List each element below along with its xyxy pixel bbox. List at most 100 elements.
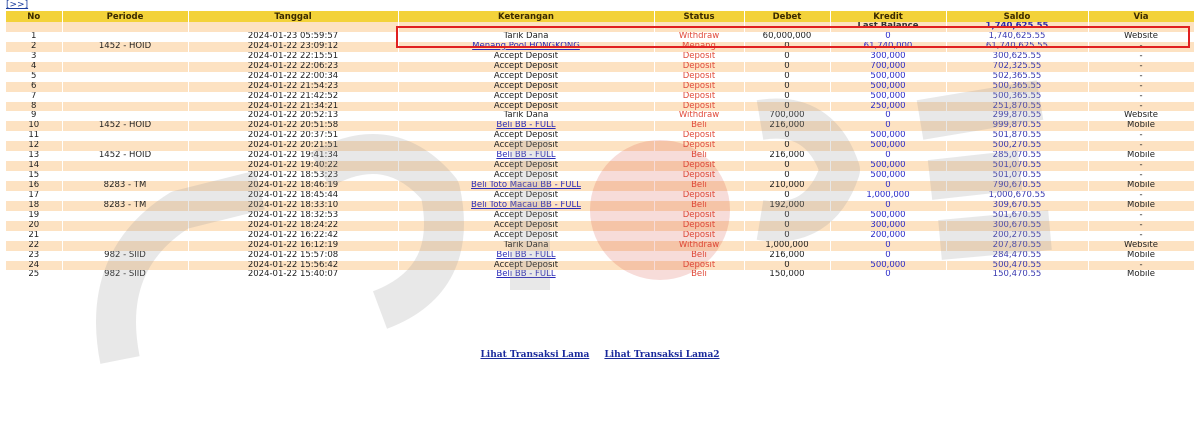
transaction-table: No Periode Tanggal Keterangan Status Deb… <box>6 11 1195 281</box>
row-via: - <box>1088 131 1195 142</box>
transaction-detail-link[interactable]: Beli Toto Macau BB - FULL <box>471 181 581 190</box>
row-debet: 0 <box>744 260 831 271</box>
row-keterangan: Beli BB - FULL <box>398 151 655 162</box>
table-header-row: No Periode Tanggal Keterangan Status Deb… <box>6 11 1195 22</box>
row-no: 1 <box>6 31 63 42</box>
row-no: 9 <box>6 111 63 122</box>
table-row: 20 2024-01-22 18:24:22 Accept Deposit Depos… <box>6 220 1195 231</box>
row-debet: 0 <box>744 210 831 221</box>
transaction-detail-link[interactable]: Beli Toto Macau BB - FULL <box>471 201 581 210</box>
row-keterangan: Beli BB - FULL <box>398 270 655 281</box>
row-no: 13 <box>6 151 63 162</box>
row-keterangan: Accept Deposit <box>398 101 655 112</box>
table-row: 16 8283 - TM 2024-01-22 18:46:19 Beli Toto … <box>6 181 1195 191</box>
table-row: 19 2024-01-22 18:32:53 Accept Deposit Depos… <box>6 210 1195 221</box>
row-kredit: 0 <box>830 270 947 281</box>
row-debet: 150,000 <box>744 270 831 281</box>
row-via: - <box>1088 91 1195 102</box>
row-keterangan: Beli BB - FULL <box>398 250 655 261</box>
transaction-detail-link[interactable]: Beli BB - FULL <box>496 121 555 130</box>
row-keterangan: Accept Deposit <box>398 220 655 231</box>
row-kredit: 0 <box>830 200 947 211</box>
row-debet: 0 <box>744 161 831 172</box>
row-kredit: 61,740,000 <box>830 41 947 52</box>
row-tanggal: 2024-01-22 21:34:21 <box>188 101 399 112</box>
row-keterangan: Menang Pool HONGKONG <box>398 41 655 52</box>
row-status: Deposit <box>654 61 745 72</box>
row-status: Withdraw <box>654 111 745 122</box>
row-tanggal: 2024-01-22 21:54:23 <box>188 81 399 92</box>
row-periode <box>62 260 189 271</box>
row-keterangan: Accept Deposit <box>398 141 655 152</box>
row-debet: 0 <box>744 220 831 231</box>
row-status: Deposit <box>654 171 745 181</box>
row-periode <box>62 230 189 241</box>
transaction-detail-link[interactable]: Beli BB - FULL <box>496 151 555 160</box>
row-tanggal: 2024-01-22 18:33:10 <box>188 200 399 211</box>
row-no: 22 <box>6 240 63 251</box>
row-saldo: 150,470.55 <box>946 270 1089 281</box>
row-tanggal: 2024-01-23 05:59:57 <box>188 31 399 42</box>
row-tanggal: 2024-01-22 16:22:42 <box>188 230 399 241</box>
row-kredit: 500,000 <box>830 131 947 142</box>
next-page-link[interactable]: [>>] <box>6 0 28 10</box>
row-via: Mobile <box>1088 181 1195 191</box>
row-via: Mobile <box>1088 121 1195 132</box>
row-keterangan: Accept Deposit <box>398 230 655 241</box>
row-status: Deposit <box>654 131 745 142</box>
row-no: 3 <box>6 51 63 62</box>
old-transactions-link-2[interactable]: Lihat Transaksi Lama2 <box>604 350 719 360</box>
row-debet: 60,000,000 <box>744 31 831 42</box>
row-no: 24 <box>6 260 63 271</box>
transaction-detail-link[interactable]: Beli BB - FULL <box>496 270 555 279</box>
row-periode: 8283 - TM <box>62 181 189 191</box>
row-kredit: 500,000 <box>830 210 947 221</box>
table-row: 24 2024-01-22 15:56:42 Accept Deposit Depos… <box>6 260 1195 271</box>
row-kredit: 0 <box>830 31 947 42</box>
row-status: Deposit <box>654 101 745 112</box>
row-no: 16 <box>6 181 63 191</box>
row-saldo: 702,325.55 <box>946 61 1089 72</box>
row-keterangan: Accept Deposit <box>398 51 655 62</box>
row-no: 15 <box>6 171 63 181</box>
row-periode <box>62 31 189 42</box>
row-periode <box>62 131 189 142</box>
row-debet: 210,000 <box>744 181 831 191</box>
row-saldo: 285,070.55 <box>946 151 1089 162</box>
row-tanggal: 2024-01-22 20:37:51 <box>188 131 399 142</box>
row-status: Menang <box>654 41 745 52</box>
row-saldo: 501,070.55 <box>946 171 1089 181</box>
old-transactions-link[interactable]: Lihat Transaksi Lama <box>480 350 589 360</box>
row-tanggal: 2024-01-22 23:09:12 <box>188 41 399 52</box>
row-debet: 216,000 <box>744 250 831 261</box>
row-keterangan: Accept Deposit <box>398 71 655 82</box>
row-debet: 192,000 <box>744 200 831 211</box>
row-debet: 216,000 <box>744 121 831 132</box>
row-tanggal: 2024-01-22 16:12:19 <box>188 240 399 251</box>
table-row: 14 2024-01-22 19:40:22 Accept Deposit Depos… <box>6 161 1195 172</box>
table-row: 25 982 - SIID 2024-01-22 15:40:07 Beli BB -… <box>6 270 1195 281</box>
table-row: 11 2024-01-22 20:37:51 Accept Deposit Depos… <box>6 131 1195 142</box>
row-tanggal: 2024-01-22 18:45:44 <box>188 190 399 201</box>
row-debet: 0 <box>744 190 831 201</box>
last-balance-row: Last Balance 1,740,625.55 <box>6 22 1195 32</box>
table-row: 6 2024-01-22 21:54:23 Accept Deposit Deposi… <box>6 81 1195 92</box>
row-status: Beli <box>654 121 745 132</box>
row-status: Deposit <box>654 260 745 271</box>
row-via: - <box>1088 171 1195 181</box>
row-no: 14 <box>6 161 63 172</box>
col-header-saldo: Saldo <box>946 11 1089 22</box>
row-no: 19 <box>6 210 63 221</box>
row-debet: 0 <box>744 51 831 62</box>
row-kredit: 300,000 <box>830 220 947 231</box>
transaction-detail-link[interactable]: Beli BB - FULL <box>496 251 555 260</box>
row-kredit: 0 <box>830 181 947 191</box>
transaction-detail-link[interactable]: Menang Pool HONGKONG <box>472 42 580 51</box>
row-status: Withdraw <box>654 240 745 251</box>
row-kredit: 0 <box>830 250 947 261</box>
row-tanggal: 2024-01-22 19:41:34 <box>188 151 399 162</box>
row-no: 5 <box>6 71 63 82</box>
row-status: Deposit <box>654 161 745 172</box>
row-saldo: 61,740,625.55 <box>946 41 1089 52</box>
row-kredit: 500,000 <box>830 171 947 181</box>
